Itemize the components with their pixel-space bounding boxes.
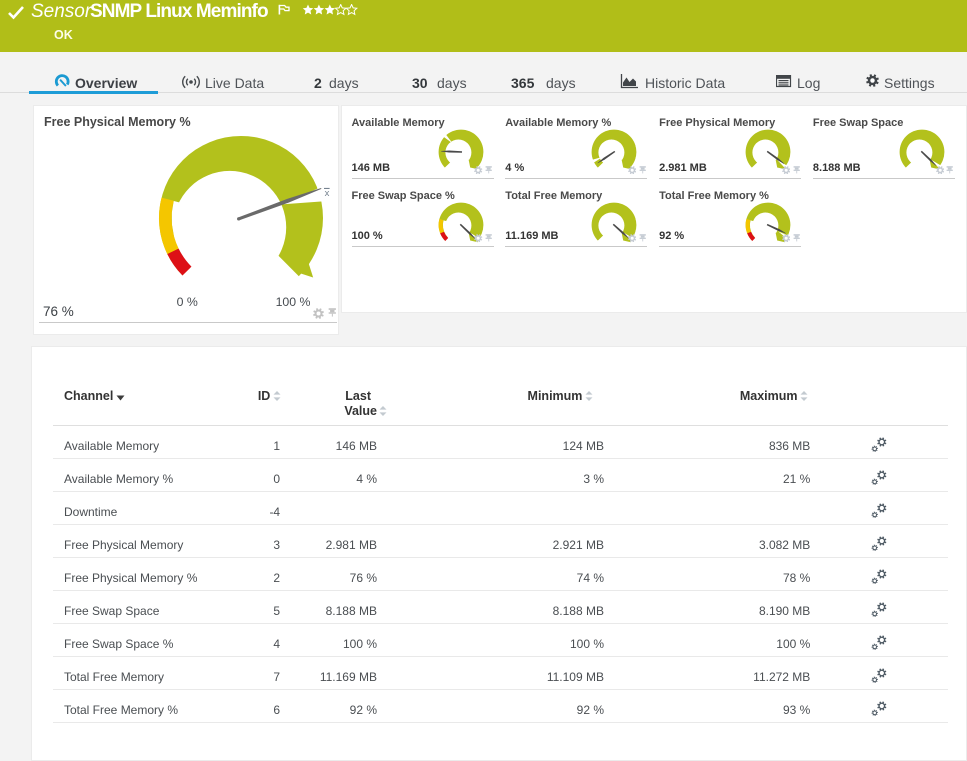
svg-text:x: x — [324, 189, 329, 200]
